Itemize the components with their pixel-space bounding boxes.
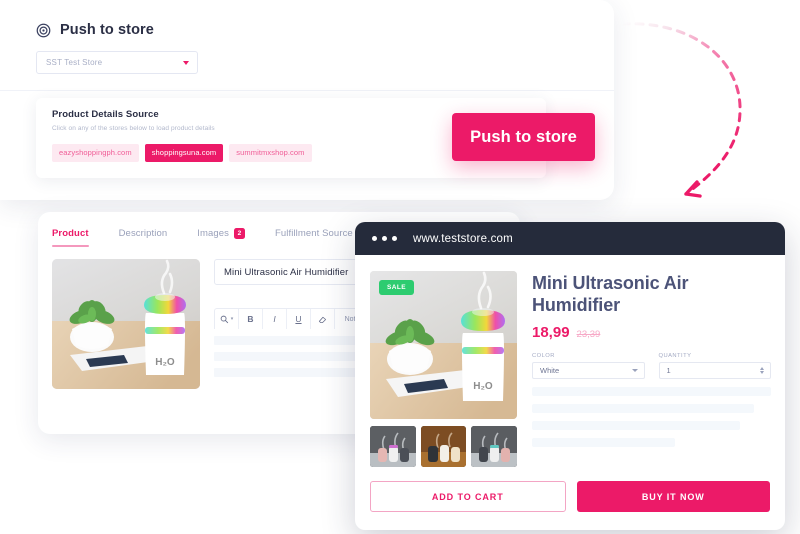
tab-product[interactable]: Product — [52, 228, 89, 247]
thumbnail-strip — [370, 426, 517, 467]
tab-label: Product — [52, 228, 89, 239]
bold-label: B — [247, 314, 254, 324]
tab-label: Fulfillment Source — [274, 228, 353, 239]
hero-product-image: H₂O SALE — [370, 271, 517, 419]
storefront-body: H₂O SALE Mini Ultrasonic Air Humidifier … — [355, 255, 785, 467]
panel-divider — [0, 90, 614, 91]
price-row: 18,99 23,39 — [532, 324, 771, 341]
description-skeleton-line — [532, 386, 771, 396]
color-option: COLOR White — [532, 353, 645, 379]
images-count-badge: 2 — [233, 228, 245, 239]
svg-text:H₂O: H₂O — [155, 357, 175, 368]
tab-fulfillment-source[interactable]: Fulfillment Source — [275, 228, 353, 247]
window-dot[interactable] — [392, 236, 397, 241]
compare-at-price: 23,39 — [576, 328, 601, 340]
italic-button[interactable]: I — [263, 309, 287, 329]
store-tag[interactable]: summitmxshop.com — [229, 144, 312, 162]
current-price: 18,99 — [532, 323, 570, 341]
curved-arrow-decoration — [620, 22, 742, 198]
store-select[interactable]: SST Test Store — [36, 51, 198, 74]
thumbnail[interactable] — [420, 426, 466, 467]
push-to-store-button[interactable]: Push to store — [452, 113, 595, 161]
screenshot-root: Push to store SST Test Store Product Det… — [0, 0, 800, 534]
italic-label: I — [273, 314, 276, 324]
description-skeleton-line — [532, 437, 676, 447]
add-to-cart-button[interactable]: ADD TO CART — [370, 481, 566, 512]
color-select[interactable]: White — [532, 361, 645, 379]
thumbnail[interactable] — [370, 426, 416, 467]
underline-label: U — [295, 314, 302, 324]
quantity-option: QUANTITY 1 — [658, 352, 771, 379]
page-title: Push to store — [60, 22, 154, 38]
quantity-label: QUANTITY — [658, 352, 692, 359]
quantity-stepper[interactable]: 1 — [658, 361, 771, 379]
chevron-down-icon — [183, 60, 189, 65]
svg-text:H₂O: H₂O — [473, 381, 493, 392]
thumbnail[interactable] — [471, 426, 517, 467]
target-icon — [36, 23, 51, 37]
product-info-column: Mini Ultrasonic Air Humidifier 18,99 23,… — [532, 271, 771, 467]
storefront-product-title: Mini Ultrasonic Air Humidifier — [532, 273, 689, 315]
buy-it-now-button[interactable]: BUY IT NOW — [576, 481, 770, 512]
panel-header: Push to store — [0, 0, 614, 38]
window-dot[interactable] — [382, 236, 387, 241]
underline-button[interactable]: U — [287, 309, 311, 329]
description-skeleton-line — [532, 403, 755, 413]
product-image: H₂O — [52, 259, 200, 389]
tab-images[interactable]: Images 2 — [197, 228, 245, 247]
storefront-preview-window: www.teststore.com H₂O SALE Mini Ultrason… — [355, 222, 785, 530]
tab-label: Description — [118, 228, 168, 239]
gallery-column: H₂O SALE — [370, 271, 517, 467]
store-tag[interactable]: eazyshoppingph.com — [52, 144, 139, 162]
browser-title-bar: www.teststore.com — [355, 222, 785, 255]
format-icon[interactable]: ▾ — [215, 309, 239, 329]
stepper-arrows-icon[interactable] — [760, 366, 764, 374]
window-controls — [372, 236, 397, 241]
sale-badge: SALE — [379, 280, 414, 295]
tab-label: Images — [197, 228, 229, 239]
description-skeleton-line — [532, 420, 740, 430]
bold-button[interactable]: B — [239, 309, 263, 329]
store-tag-active[interactable]: shoppingsuna.com — [144, 144, 224, 162]
cta-row: ADD TO CART BUY IT NOW — [355, 467, 785, 512]
window-dot[interactable] — [372, 236, 377, 241]
color-label: COLOR — [532, 352, 555, 359]
store-select-row: SST Test Store — [0, 38, 614, 74]
chevron-down-icon — [631, 368, 638, 372]
tab-description[interactable]: Description — [119, 228, 168, 247]
product-options: COLOR White QUANTITY 1 — [532, 353, 771, 379]
eraser-icon[interactable] — [311, 309, 335, 329]
store-select-value: SST Test Store — [46, 58, 103, 67]
quantity-value: 1 — [666, 365, 671, 375]
color-value: White — [540, 365, 560, 375]
push-to-store-panel: Push to store SST Test Store Product Det… — [0, 0, 614, 200]
address-bar-url[interactable]: www.teststore.com — [413, 233, 513, 245]
